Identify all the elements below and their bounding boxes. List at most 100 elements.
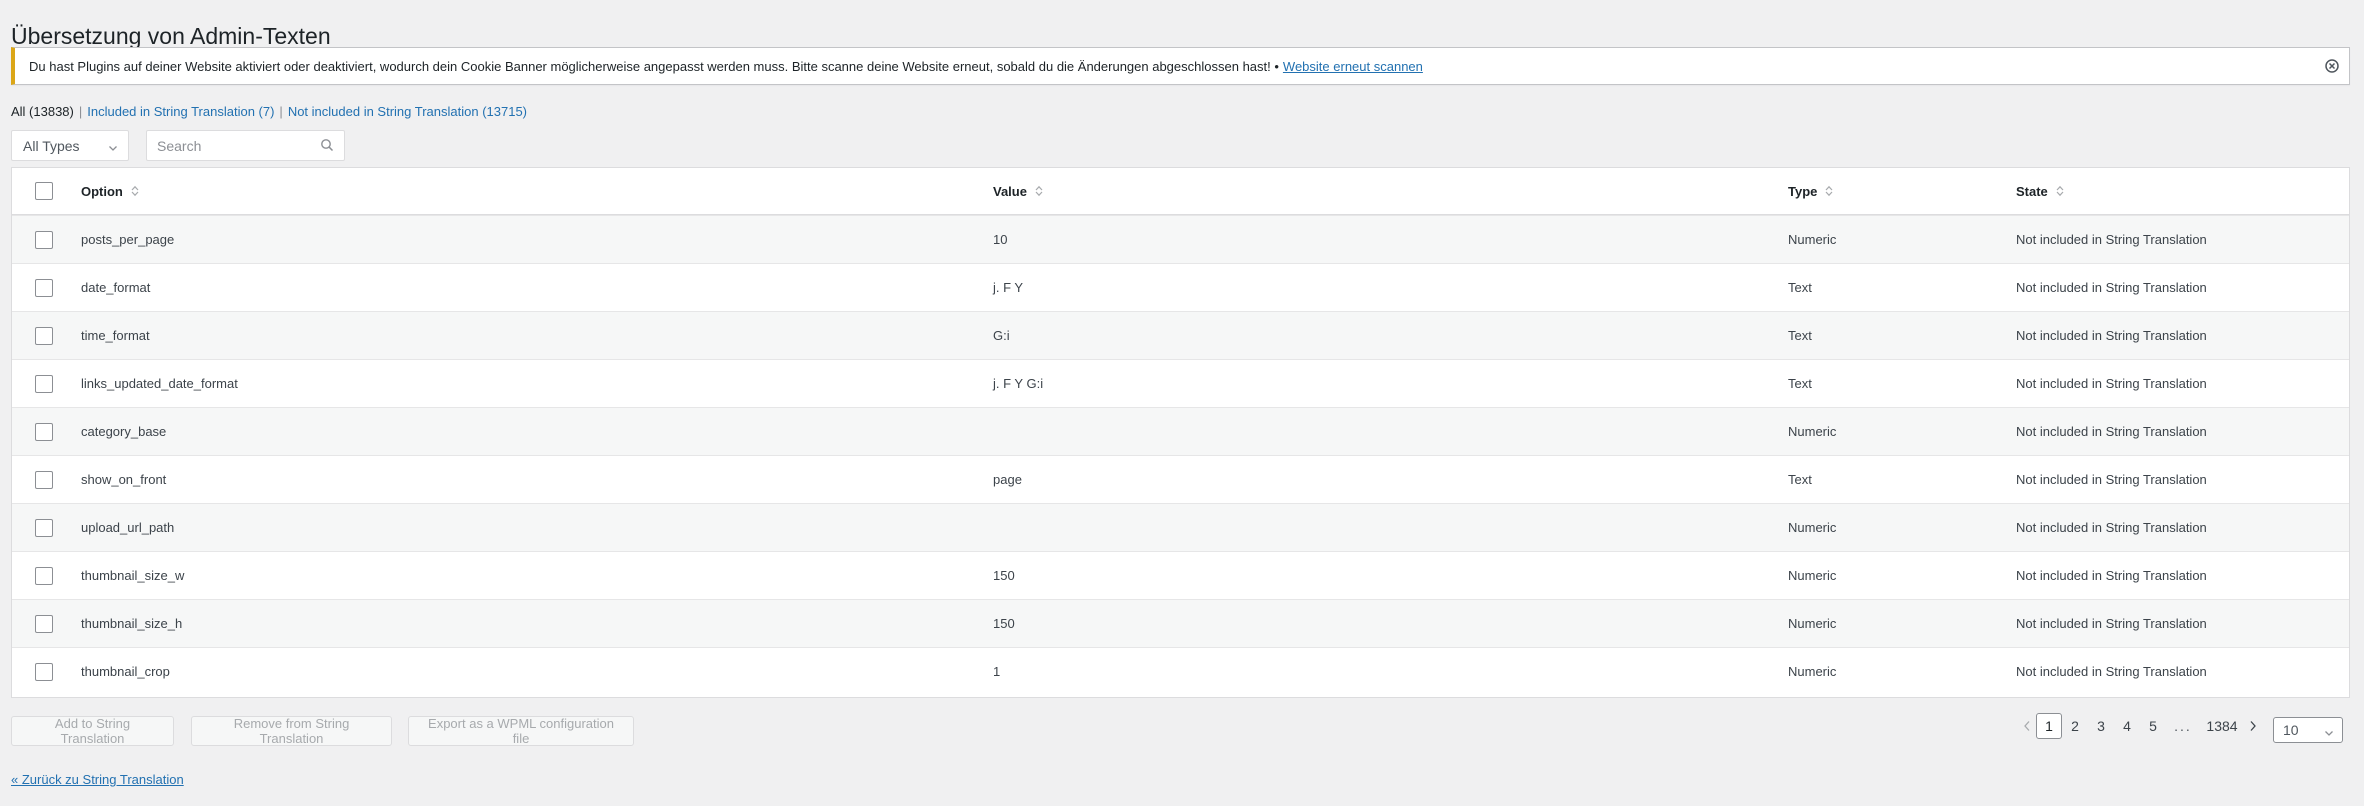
- cell-state: Not included in String Translation: [2016, 664, 2207, 679]
- cell-type: Text: [1788, 328, 1812, 343]
- chevron-left-icon[interactable]: [2018, 720, 2036, 732]
- cell-state: Not included in String Translation: [2016, 568, 2207, 583]
- chevron-down-icon: [108, 140, 118, 156]
- cell-option: show_on_front: [81, 472, 167, 487]
- row-checkbox[interactable]: [35, 566, 53, 585]
- cell-option: category_base: [81, 424, 167, 439]
- close-icon[interactable]: [2323, 57, 2341, 75]
- cell-option: thumbnail_size_w: [81, 568, 185, 583]
- cell-value: 1: [993, 664, 1001, 679]
- column-state-label: State: [2016, 183, 2048, 199]
- export-wpml-config-button[interactable]: Export as a WPML configuration file: [408, 716, 634, 746]
- row-checkbox[interactable]: [35, 278, 53, 297]
- cell-type: Numeric: [1788, 664, 1837, 679]
- cell-value: G:i: [993, 328, 1010, 343]
- column-value[interactable]: Value: [993, 168, 1043, 214]
- page-5[interactable]: 5: [2140, 713, 2166, 739]
- view-separator: |: [279, 104, 283, 119]
- page-3[interactable]: 3: [2088, 713, 2114, 739]
- cell-option: posts_per_page: [81, 232, 175, 247]
- table-row: posts_per_page 10 Numeric Not included i…: [12, 215, 2349, 263]
- view-all[interactable]: All (13838): [11, 104, 74, 119]
- cell-value: page: [993, 472, 1022, 487]
- cell-option: links_updated_date_format: [81, 376, 238, 391]
- table-row: show_on_front page Text Not included in …: [12, 455, 2349, 503]
- cell-option: thumbnail_crop: [81, 664, 170, 679]
- type-filter-select[interactable]: All Types: [11, 130, 129, 161]
- cell-option: upload_url_path: [81, 520, 175, 535]
- type-filter-value: All Types: [23, 137, 80, 154]
- table-row: thumbnail_size_h 150 Numeric Not include…: [12, 599, 2349, 647]
- table-row: time_format G:i Text Not included in Str…: [12, 311, 2349, 359]
- cell-type: Numeric: [1788, 424, 1837, 439]
- cell-type: Numeric: [1788, 520, 1837, 535]
- cell-state: Not included in String Translation: [2016, 280, 2207, 295]
- table-header-row: Option Value Type State: [12, 168, 2349, 215]
- cell-state: Not included in String Translation: [2016, 520, 2207, 535]
- view-included[interactable]: Included in String Translation (7): [87, 104, 274, 119]
- table-row: upload_url_path Numeric Not included in …: [12, 503, 2349, 551]
- table-row: date_format j. F Y Text Not included in …: [12, 263, 2349, 311]
- cell-state: Not included in String Translation: [2016, 376, 2207, 391]
- notice-text: Du hast Plugins auf deiner Website aktiv…: [29, 58, 1279, 74]
- cell-option: time_format: [81, 328, 150, 343]
- table-row: thumbnail_size_w 150 Numeric Not include…: [12, 551, 2349, 599]
- page-1[interactable]: 1: [2036, 713, 2062, 739]
- cell-value: j. F Y: [993, 280, 1024, 295]
- sort-icon[interactable]: [2056, 185, 2064, 197]
- table-row: thumbnail_crop 1 Numeric Not included in…: [12, 647, 2349, 695]
- remove-from-string-translation-button[interactable]: Remove from String Translation: [191, 716, 392, 746]
- row-checkbox[interactable]: [35, 614, 53, 633]
- select-all-checkbox[interactable]: [35, 182, 53, 200]
- column-option-label: Option: [81, 183, 123, 199]
- sort-icon[interactable]: [1035, 185, 1043, 197]
- cell-type: Text: [1788, 280, 1812, 295]
- cookie-banner-notice: Du hast Plugins auf deiner Website aktiv…: [11, 47, 2350, 85]
- row-checkbox[interactable]: [35, 374, 53, 393]
- column-state[interactable]: State: [2016, 168, 2064, 214]
- row-checkbox[interactable]: [35, 662, 53, 681]
- cell-value: 150: [993, 568, 1015, 583]
- chevron-right-icon[interactable]: [2244, 720, 2262, 732]
- column-type[interactable]: Type: [1788, 168, 1833, 214]
- view-filters: All (13838) | Included in String Transla…: [11, 104, 527, 119]
- page-2[interactable]: 2: [2062, 713, 2088, 739]
- admin-texts-table: Option Value Type State posts_per_page 1…: [11, 167, 2350, 698]
- row-checkbox[interactable]: [35, 518, 53, 537]
- cell-option: date_format: [81, 280, 151, 295]
- cell-type: Numeric: [1788, 568, 1837, 583]
- per-page-select[interactable]: 10: [2273, 717, 2343, 743]
- row-checkbox[interactable]: [35, 230, 53, 249]
- column-type-label: Type: [1788, 183, 1818, 199]
- add-to-string-translation-button[interactable]: Add to String Translation: [11, 716, 174, 746]
- row-checkbox[interactable]: [35, 422, 53, 441]
- pagination: 1 2 3 4 5 ... 1384: [2018, 713, 2262, 739]
- search-icon[interactable]: [320, 138, 334, 157]
- page-last[interactable]: 1384: [2200, 718, 2244, 734]
- cell-state: Not included in String Translation: [2016, 616, 2207, 631]
- column-option[interactable]: Option: [81, 168, 139, 214]
- sort-icon[interactable]: [131, 185, 139, 197]
- table-row: category_base Numeric Not included in St…: [12, 407, 2349, 455]
- cell-state: Not included in String Translation: [2016, 328, 2207, 343]
- search-box: [146, 130, 345, 161]
- table-row: links_updated_date_format j. F Y G:i Tex…: [12, 359, 2349, 407]
- cell-value: 150: [993, 616, 1015, 631]
- cell-value: j. F Y G:i: [993, 376, 1044, 391]
- view-not-included[interactable]: Not included in String Translation (1371…: [288, 104, 527, 119]
- back-to-string-translation-link[interactable]: « Zurück zu String Translation: [11, 772, 184, 787]
- page-4[interactable]: 4: [2114, 713, 2140, 739]
- cell-type: Text: [1788, 472, 1812, 487]
- cell-option: thumbnail_size_h: [81, 616, 183, 631]
- chevron-down-icon: [2324, 725, 2334, 741]
- cell-state: Not included in String Translation: [2016, 472, 2207, 487]
- per-page-value: 10: [2283, 722, 2299, 738]
- row-checkbox[interactable]: [35, 326, 53, 345]
- sort-icon[interactable]: [1825, 185, 1833, 197]
- search-input[interactable]: [147, 131, 317, 160]
- row-checkbox[interactable]: [35, 470, 53, 489]
- rescan-website-link[interactable]: Website erneut scannen: [1283, 59, 1423, 74]
- cell-state: Not included in String Translation: [2016, 232, 2207, 247]
- cell-type: Text: [1788, 376, 1812, 391]
- cell-state: Not included in String Translation: [2016, 424, 2207, 439]
